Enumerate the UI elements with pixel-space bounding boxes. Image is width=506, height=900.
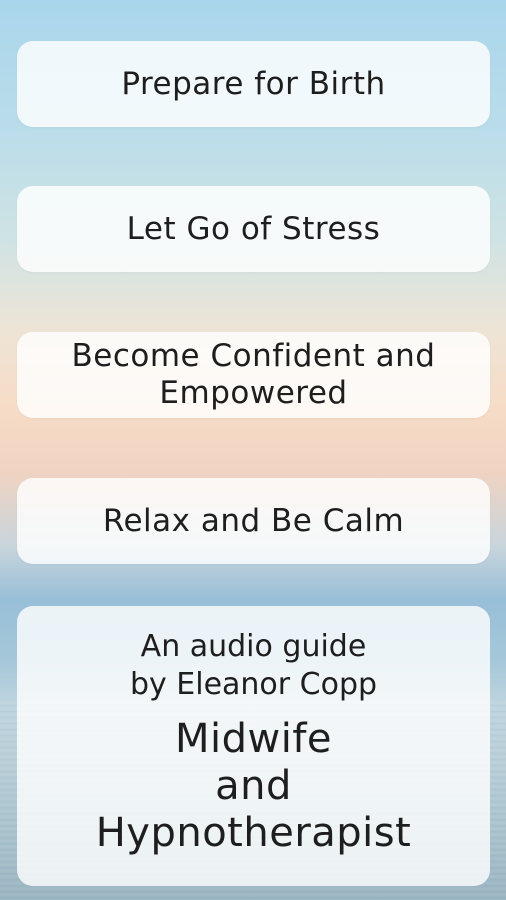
let-go-of-stress-label: Let Go of Stress xyxy=(126,211,381,247)
audio-guide-line2: by Eleanor Copp xyxy=(129,667,378,702)
relax-and-be-calm-button[interactable]: Relax and Be Calm xyxy=(17,478,490,564)
let-go-of-stress-button[interactable]: Let Go of Stress xyxy=(17,186,490,272)
author-title-line2: and xyxy=(215,763,292,809)
become-confident-label-line1: Become Confident and xyxy=(71,338,436,374)
become-confident-label: Become Confident and Empowered xyxy=(72,338,436,412)
become-confident-button[interactable]: Become Confident and Empowered xyxy=(17,332,490,418)
author-title: Midwife and Hypnotherapist xyxy=(17,716,490,857)
audio-guide-text: An audio guide by Eleanor Copp xyxy=(17,628,490,704)
prepare-for-birth-button[interactable]: Prepare for Birth xyxy=(17,41,490,127)
author-title-line3: Hypnotherapist xyxy=(95,810,412,856)
relax-and-be-calm-label: Relax and Be Calm xyxy=(102,503,405,539)
prepare-for-birth-label: Prepare for Birth xyxy=(121,66,386,102)
become-confident-label-line2: Empowered xyxy=(159,375,348,411)
author-title-line1: Midwife xyxy=(174,716,333,762)
author-info-card: An audio guide by Eleanor Copp Midwife a… xyxy=(17,606,490,886)
audio-guide-line1: An audio guide xyxy=(140,629,367,664)
